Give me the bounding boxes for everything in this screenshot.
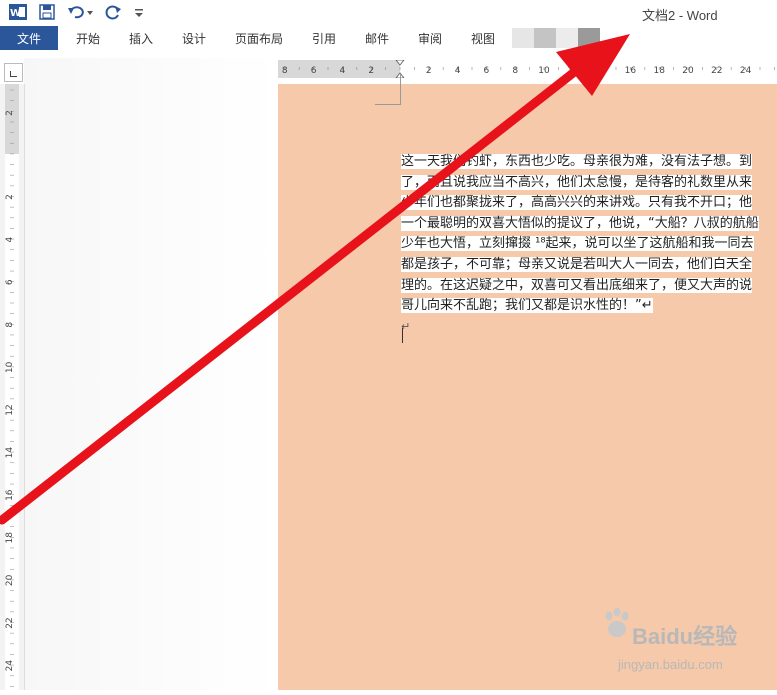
ruler-label: 22 <box>711 66 722 76</box>
ruler-label: 20 <box>5 574 15 586</box>
ruler-label: 18 <box>653 66 665 76</box>
customize-icon[interactable] <box>132 3 146 21</box>
ruler-label: 8 <box>512 66 518 76</box>
tab-design[interactable]: 设计 <box>182 26 206 50</box>
ribbon-tabs: 文件 开始 插入 设计 页面布局 引用 邮件 审阅 视图 <box>0 26 777 50</box>
ruler-label: 12 <box>567 66 578 76</box>
watermark-url: jingyan.baidu.com <box>618 657 723 672</box>
ruler-label: 2 <box>426 66 432 76</box>
empty-paragraph: ↵ <box>401 319 411 333</box>
ruler-label: 4 <box>340 66 346 76</box>
ruler-label: 14 <box>596 66 608 76</box>
tab-review[interactable]: 审阅 <box>418 26 442 50</box>
ruler-label: 2 <box>5 110 15 116</box>
text-line: 少年也大悟，立刻撺掇 ¹⁸起来，说可以坐了这航船和我一同去 <box>401 236 754 252</box>
tab-home[interactable]: 开始 <box>76 26 100 50</box>
obscured-tabs <box>512 28 600 48</box>
tab-references[interactable]: 引用 <box>312 26 336 50</box>
save-icon[interactable] <box>38 3 56 21</box>
window-title: 文档2 - Word <box>642 8 718 23</box>
ruler-label: 16 <box>5 489 15 501</box>
tab-insert[interactable]: 插入 <box>129 26 153 50</box>
tab-file[interactable]: 文件 <box>0 26 58 50</box>
horizontal-ruler[interactable]: 8 6 4 2 2 4 6 8 10 12 14 16 18 20 22 24 <box>278 59 777 79</box>
tab-stop-selector[interactable] <box>4 63 23 82</box>
ruler-label: 14 <box>5 447 15 459</box>
ruler-label: 4 <box>455 66 461 76</box>
text-line: 一个最聪明的双喜大悟似的提议了，他说，“大船？八叔的航船 <box>401 215 759 231</box>
text-line: 了，而且说我应当不高兴，他们太怠慢，是待客的礼数里从来 <box>401 174 753 190</box>
tab-page-layout[interactable]: 页面布局 <box>235 26 283 50</box>
margin-crop-mark-v <box>400 74 401 104</box>
tab-mailings[interactable]: 邮件 <box>365 26 389 50</box>
text-cursor <box>402 328 403 343</box>
ruler-label: 4 <box>5 236 15 242</box>
workspace-background <box>24 58 278 690</box>
text-line: 都是孩子，不可靠；母亲又说是若叫大人一同去，他们白天全 <box>401 256 753 272</box>
ruler-label: 2 <box>5 194 15 200</box>
ruler-label: 16 <box>625 66 637 76</box>
ruler-label: 10 <box>5 361 15 373</box>
ruler-label: 24 <box>5 660 15 672</box>
vertical-ruler[interactable]: 2 2 4 6 8 10 12 14 16 18 20 22 24 <box>0 84 25 690</box>
ruler-label: 20 <box>682 66 694 76</box>
text-line: 理的。在这迟疑之中，双喜可又看出底细来了，便又大声的说 <box>401 277 753 293</box>
ruler-label: 6 <box>484 66 490 76</box>
ruler-label: 18 <box>5 532 15 544</box>
ruler-label: 10 <box>538 66 550 76</box>
ruler-label: 12 <box>5 404 15 415</box>
baidu-watermark: Baidu经验 jingyan.baidu.com <box>592 605 742 685</box>
ruler-label: 8 <box>5 322 15 328</box>
title-bar: W 文档2 - Word <box>0 0 777 26</box>
paw-logo-icon <box>605 607 629 637</box>
ruler-label: 6 <box>311 66 317 76</box>
ruler-label: 6 <box>5 279 15 285</box>
ruler-label: 22 <box>5 617 15 628</box>
text-line: 少年们也都聚拢来了，高高兴兴的来讲戏。只有我不开口；他 <box>401 195 753 211</box>
word-logo-icon: W <box>8 3 28 21</box>
ruler-label: 24 <box>740 66 752 76</box>
redo-icon[interactable] <box>104 3 124 21</box>
ruler-label: 8 <box>282 66 288 76</box>
document-text[interactable]: 这一天我们钓虾，东西也少吃。母亲很为难，没有法子想。到 了，而且说我应当不高兴，… <box>401 152 777 337</box>
ruler-label: 2 <box>368 66 374 76</box>
text-line: 哥儿向来不乱跑；我们又都是识水性的！”↵ <box>401 298 653 314</box>
watermark-brand: Baidu经验 <box>632 624 738 649</box>
text-line: 这一天我们钓虾，东西也少吃。母亲很为难，没有法子想。到 <box>401 154 753 169</box>
margin-crop-mark-h <box>375 104 401 105</box>
undo-icon[interactable] <box>66 3 96 21</box>
tab-view[interactable]: 视图 <box>471 26 495 50</box>
svg-text:W: W <box>10 8 21 19</box>
